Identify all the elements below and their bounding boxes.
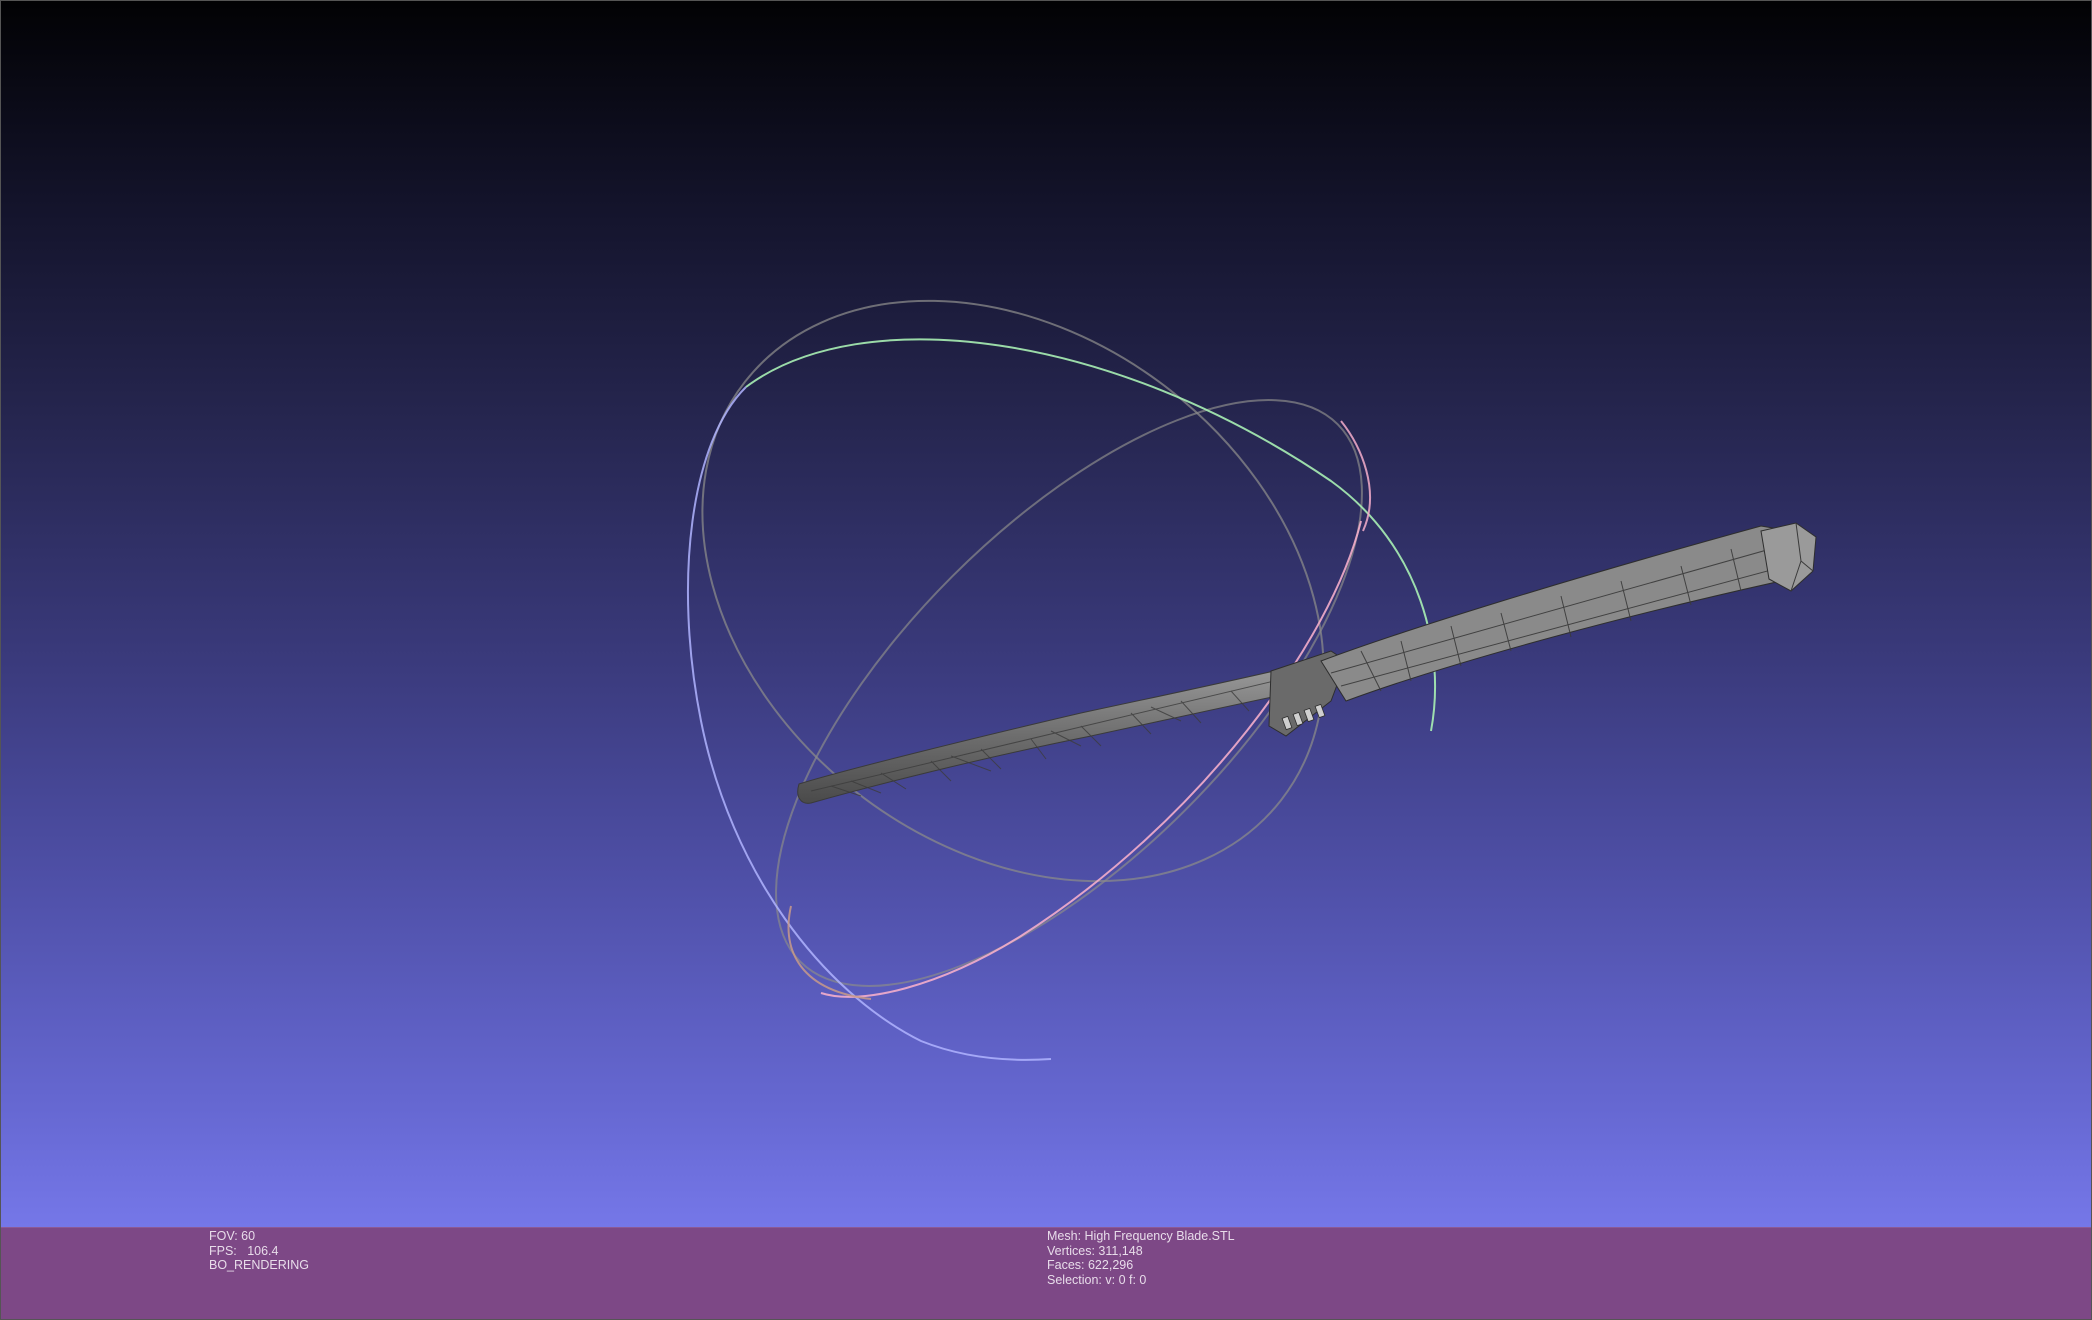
render-mode-readout: BO_RENDERING xyxy=(209,1258,310,1273)
trackball-ring-pink-top[interactable] xyxy=(1340,420,1371,532)
scene-canvas[interactable] xyxy=(1,1,2092,1320)
trackball-manipulator[interactable] xyxy=(588,181,1454,1079)
trackball-ring-blue[interactable] xyxy=(686,386,1052,1061)
sword-handle xyxy=(1320,525,1802,702)
render-info: FOV: 60 FPS: 106.4 BO_RENDERING xyxy=(209,1229,309,1273)
sword-mesh-model[interactable] xyxy=(797,522,1817,804)
fov-readout: FOV: 60 xyxy=(209,1229,256,1243)
blade-body xyxy=(797,666,1302,804)
trackball-ring-gray-a[interactable] xyxy=(588,181,1438,1002)
fps-readout: FPS: 106.4 xyxy=(209,1243,279,1258)
faces-readout: Faces: 622,296 xyxy=(1047,1258,1134,1273)
mesh-name-readout: Mesh: High Frequency Blade.STL xyxy=(1047,1229,1235,1243)
vertices-readout: Vertices: 311,148 xyxy=(1047,1243,1143,1258)
selection-readout: Selection: v: 0 f: 0 xyxy=(1047,1272,1147,1287)
3d-viewport[interactable]: FOV: 60 FPS: 106.4 BO_RENDERING Mesh: Hi… xyxy=(0,0,2092,1320)
mesh-info: Mesh: High Frequency Blade.STL Vertices:… xyxy=(1047,1229,1235,1287)
